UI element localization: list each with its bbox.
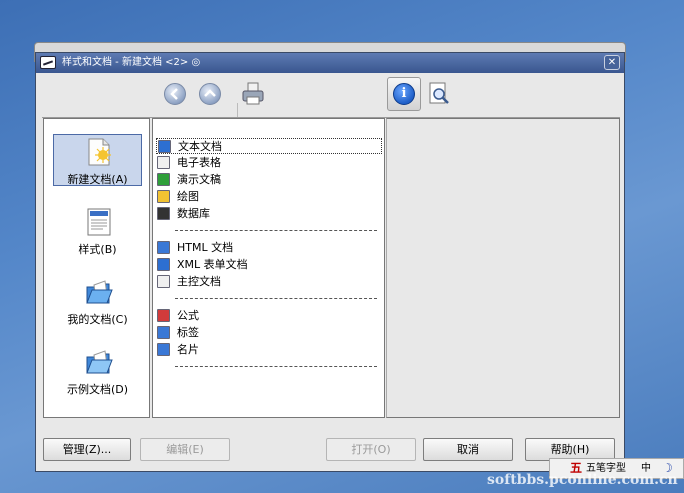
list-item-label: XML 表单文档 [177,258,248,271]
category-my-documents[interactable]: 我的文档(C) [44,274,149,334]
list-item-label: 名片 [177,343,199,356]
dialog-titlebar[interactable]: 样式和文档 - 新建文档 <2> ◎ ✕ [36,53,624,73]
labels-icon [157,326,170,339]
toolbar: i [36,73,624,125]
list-item-label: 主控文档 [177,275,221,288]
info-toggle-button[interactable]: i [387,77,421,111]
category-label: 我的文档(C) [67,313,128,326]
info-icon: i [393,83,415,105]
list-separator [175,366,377,367]
list-item-master-document[interactable]: 主控文档 [156,274,382,290]
my-documents-folder-icon [86,280,113,304]
list-item-label: 电子表格 [177,156,221,169]
list-separator [175,230,377,231]
category-label: 示例文档(D) [66,383,129,396]
list-item-label: 绘图 [177,190,199,203]
open-button[interactable]: 打开(O) [326,438,416,461]
xml-form-icon [157,258,170,271]
category-pane: 新建文档(A) 样式(B) 我的文档(C) 示例文档(D) [43,118,150,418]
database-icon [157,207,170,220]
watermark: softbbs.pconline.com.cn [487,472,678,488]
list-item-drawing[interactable]: 绘图 [156,189,382,205]
close-button[interactable]: ✕ [604,55,620,70]
master-document-icon [157,275,170,288]
category-label: 新建文档(A) [67,173,128,186]
list-item-spreadsheet[interactable]: 电子表格 [156,155,382,171]
text-document-icon [158,140,171,153]
manage-button[interactable]: 管理(Z)... [43,438,131,461]
spreadsheet-icon [157,156,170,169]
business-cards-icon [157,343,170,356]
list-separator [175,298,377,299]
list-item-label: 标签 [177,326,199,339]
list-item-label: 文本文档 [178,140,222,153]
list-item-label: 公式 [177,309,199,322]
list-item-label: HTML 文档 [177,241,234,254]
cancel-button[interactable]: 取消 [423,438,513,461]
app-icon[interactable] [40,56,56,69]
dialog-title: 样式和文档 - 新建文档 <2> ◎ [62,57,201,68]
back-arrow-icon[interactable] [164,83,186,105]
category-styles[interactable]: 样式(B) [44,204,149,264]
info-preview-pane [386,118,620,418]
formula-icon [157,309,170,322]
html-document-icon [157,241,170,254]
list-item-label: 数据库 [177,207,210,220]
styles-document-icon [87,208,111,236]
presentation-icon [157,173,170,186]
up-arrow-icon[interactable] [199,83,221,105]
list-item-xml-form[interactable]: XML 表单文档 [156,257,382,273]
template-list: 文本文档 电子表格 演示文稿 绘图 数据库 HTML 文档 XML 表单文档 主… [152,118,385,418]
list-item-labels[interactable]: 标签 [156,325,382,341]
list-item-business-cards[interactable]: 名片 [156,342,382,358]
new-document-icon [88,138,111,166]
drawing-icon [157,190,170,203]
printer-icon[interactable] [240,81,266,107]
magnifier-page-icon[interactable] [428,81,452,107]
list-item-presentation[interactable]: 演示文稿 [156,172,382,188]
list-item-html-document[interactable]: HTML 文档 [156,240,382,256]
category-new-document[interactable]: 新建文档(A) [44,134,149,194]
edit-button[interactable]: 编辑(E) [140,438,230,461]
list-item-label: 演示文稿 [177,173,221,186]
templates-dialog: 样式和文档 - 新建文档 <2> ◎ ✕ i 新建文档(A) 样式(B) 我的文… [35,52,625,472]
list-item-text-document[interactable]: 文本文档 [156,138,382,154]
category-label: 样式(B) [78,243,117,256]
category-sample-documents[interactable]: 示例文档(D) [44,344,149,404]
sample-documents-folder-icon [86,350,113,374]
list-item-formula[interactable]: 公式 [156,308,382,324]
list-item-database[interactable]: 数据库 [156,206,382,222]
